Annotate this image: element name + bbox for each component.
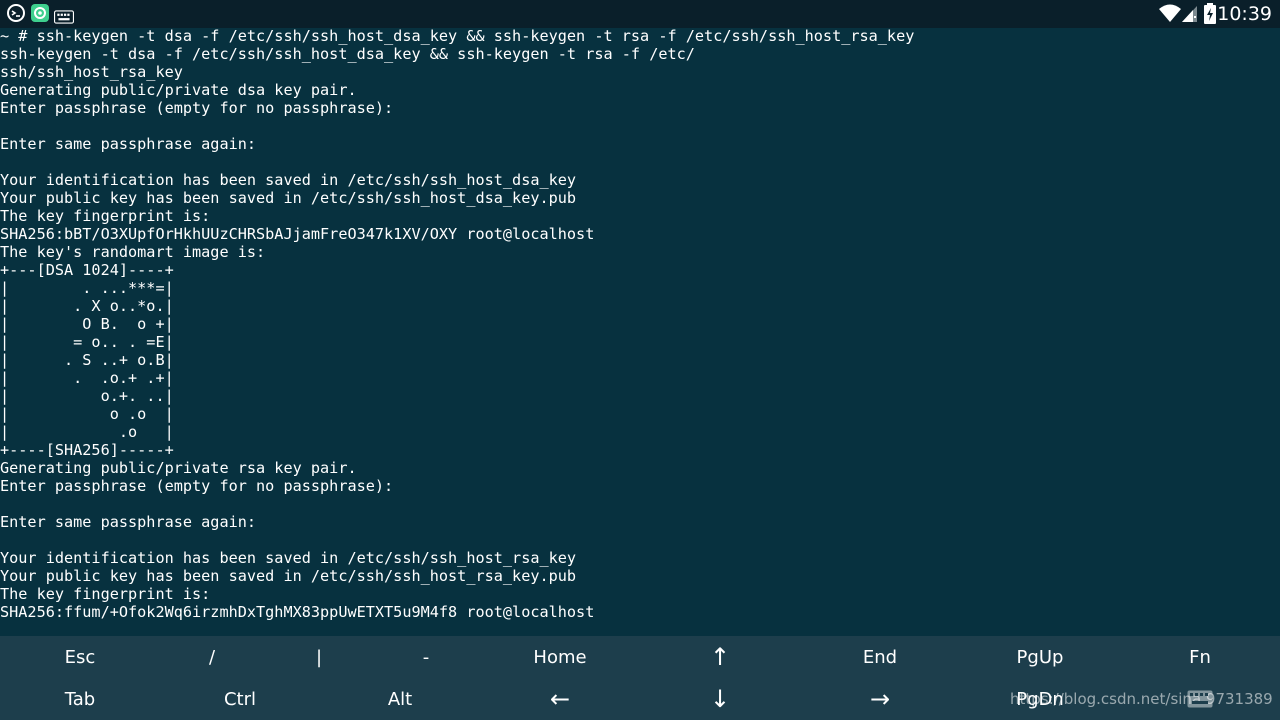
terminal-line: Your public key has been saved in /etc/s… [0, 189, 577, 207]
key-label: - [422, 646, 430, 668]
terminal-line: ssh/ssh_host_rsa_key [0, 63, 183, 81]
terminal-line: | = o.. . =E| [0, 333, 174, 351]
key-label: End [862, 646, 898, 668]
terminal-line: SHA256:bBT/O3XUpfOrHkhUUzCHRSbAJjamFreO3… [0, 225, 595, 243]
battery-icon [1204, 3, 1216, 24]
terminal-line: | . S ..+ o.B| [0, 351, 174, 369]
wifi-icon [1159, 4, 1181, 22]
terminal-line: | . X o..*o.| [0, 297, 174, 315]
terminal-app-screen: 10:39 ~ # ssh-keygen -t dsa -f /etc/ssh/… [0, 0, 1280, 720]
terminal-line: +----[SHA256]-----+ [0, 441, 174, 459]
terminal-line: Your identification has been saved in /e… [0, 549, 577, 567]
terminal-line: ssh-keygen -t dsa -f /etc/ssh/ssh_host_d… [0, 45, 695, 63]
key-label: Fn [1189, 646, 1211, 668]
terminal-output[interactable]: ~ # ssh-keygen -t dsa -f /etc/ssh/ssh_ho… [0, 27, 1280, 633]
watermark-text: https://blog.csdn.net/sina 9731389 [1010, 690, 1273, 708]
terminal-line: The key's randomart image is: [0, 243, 266, 261]
terminal-line: The key fingerprint is: [0, 585, 211, 603]
keyboard-toggle-icon[interactable] [1187, 690, 1213, 708]
terminal-line: +---[DSA 1024]----+ [0, 261, 174, 279]
terminal-line: | . ...***=| [0, 279, 174, 297]
terminal-line: Enter passphrase (empty for no passphras… [0, 99, 394, 117]
terminal-line: The key fingerprint is: [0, 207, 211, 225]
key-label: / [208, 646, 216, 668]
key-end-button[interactable]: End [800, 636, 960, 678]
key-tab-button[interactable]: Tab [0, 678, 160, 720]
terminal-line: | o.+. ..| [0, 387, 174, 405]
terminal-line: Enter same passphrase again: [0, 135, 257, 153]
key-pgup-button[interactable]: PgUp [960, 636, 1120, 678]
key-label: Home [533, 646, 587, 668]
arrow-left-icon: ← [549, 685, 571, 713]
status-bar: 10:39 [0, 0, 1280, 28]
terminal-line: Enter same passphrase again: [0, 513, 257, 531]
arrow-up-icon: ↑ [709, 643, 731, 671]
terminal-line: Enter passphrase (empty for no passphras… [0, 477, 394, 495]
arrow-down-icon: ↓ [709, 685, 731, 713]
key-label: | [315, 646, 323, 668]
signal-icon [1182, 6, 1197, 22]
key-arrow-down-button[interactable]: ↓ [640, 678, 800, 720]
terminal-line: Generating public/private rsa key pair. [0, 459, 357, 477]
terminal-line: Your public key has been saved in /etc/s… [0, 567, 577, 585]
terminal-line: SHA256:ffum/+Ofok2Wq6irzmhDxTghMX83ppUwE… [0, 603, 595, 621]
key-alt-button[interactable]: Alt [320, 678, 480, 720]
keyboard-notification-icon [54, 10, 74, 24]
terminal-line: Your identification has been saved in /e… [0, 171, 577, 189]
terminal-line: ~ # ssh-keygen -t dsa -f /etc/ssh/ssh_ho… [0, 27, 915, 45]
terminal-line: | .o | [0, 423, 174, 441]
key-arrow-right-button[interactable]: → [800, 678, 960, 720]
key-arrow-left-button[interactable]: ← [480, 678, 640, 720]
key-home-button[interactable]: Home [480, 636, 640, 678]
key-label: PgUp [1016, 646, 1064, 668]
key-fn-button[interactable]: Fn [1120, 636, 1280, 678]
key-label: Alt [387, 688, 413, 710]
terminal-line: | o .o | [0, 405, 174, 423]
arrow-right-icon: → [869, 685, 891, 713]
key-label: Tab [64, 688, 96, 710]
key-label: Esc [64, 646, 96, 668]
terminal-line: Generating public/private dsa key pair. [0, 81, 357, 99]
terminal-notification-icon [7, 4, 25, 22]
terminal-line: | . .o.+ .+| [0, 369, 174, 387]
app-notification-icon [31, 4, 49, 22]
status-time: 10:39 [1217, 3, 1272, 25]
key-label: Ctrl [223, 688, 257, 710]
key-ctrl-button[interactable]: Ctrl [160, 678, 320, 720]
terminal-line: | O B. o +| [0, 315, 174, 333]
key-arrow-up-button[interactable]: ↑ [640, 636, 800, 678]
